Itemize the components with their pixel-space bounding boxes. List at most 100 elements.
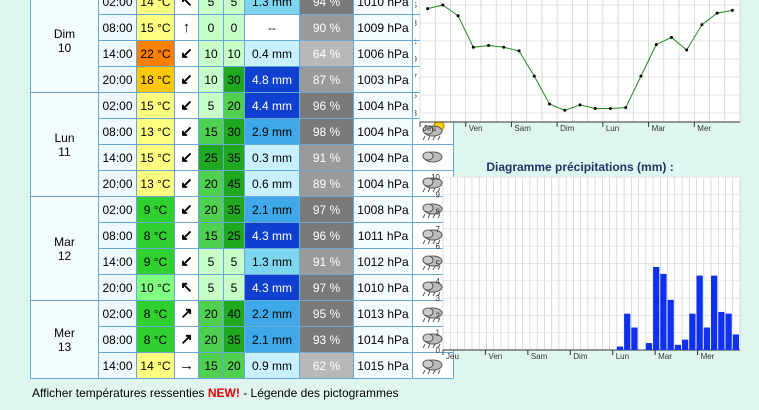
rain-icon [419,359,447,378]
x-tick-label: Mer [697,124,711,133]
wind-gust-cell: 45 [223,170,245,197]
day-number: 12 [57,248,72,263]
wind-arrow-icon: ↖ [180,279,193,296]
weather-table: Dim 10 02:00 14 °C ↖ 5 5 1.3 mm 94 % 1010 hPa 08:0… [30,0,454,379]
x-tick-label: Dim [560,124,575,133]
time-cell: 08:00 [98,118,137,145]
wind-arrow-icon: ↙ [180,97,193,114]
wind-dir-cell: ↗ [174,326,199,353]
precip-bar [711,275,718,350]
feels-like-link[interactable]: Afficher températures ressenties [32,386,205,400]
data-point [563,108,567,112]
time-cell: 08:00 [98,326,137,353]
y-tick-label: 1011 [415,37,418,46]
x-tick-label: Lun [606,124,619,133]
y-tick-label: 1015 [415,1,418,10]
data-point [441,3,445,7]
temp-cell: 8 °C [136,326,175,353]
y-tick-label: 9 [436,190,441,199]
x-tick-label: Sam [531,352,548,361]
data-point [426,7,430,11]
pressure-cell: 1004 hPa [353,144,413,171]
y-tick-label: 6 [436,242,441,251]
wind-arrow-icon: → [179,357,194,374]
wind-arrow-icon: ↙ [180,45,193,62]
wind-gust-cell: 25 [223,222,245,249]
humidity-cell: 95 % [299,300,354,327]
time-cell: 20:00 [98,66,137,93]
wind-arrow-icon: ↙ [180,175,193,192]
humidity-cell: 64 % [299,40,354,67]
wind-dir-cell: ↙ [174,248,199,275]
pressure-cell: 1011 hPa [353,222,413,249]
humidity-cell: 93 % [299,326,354,353]
x-tick-label: Jeu [423,124,436,133]
data-point [685,48,689,52]
pressure-cell: 1008 hPa [353,196,413,223]
wind-arrow-icon: ↑ [182,19,191,36]
day-cell: Mar 12 [30,196,99,301]
time-cell: 20:00 [98,170,137,197]
humidity-cell: 98 % [299,118,354,145]
temp-cell: 8 °C [136,300,175,327]
wind-speed-cell: 5 [198,274,224,301]
wind-arrow-icon: ↙ [180,227,193,244]
wind-arrow-icon: ↙ [180,253,193,270]
time-cell: 14:00 [98,40,137,67]
day-cell: Mer 13 [30,300,99,379]
time-cell: 02:00 [98,0,137,15]
wind-speed-cell: 20 [198,300,224,327]
wind-gust-cell: 35 [223,196,245,223]
precip-bar [624,313,631,350]
humidity-cell: 62 % [299,352,354,379]
time-cell: 08:00 [98,222,137,249]
rain-cell: 0.3 mm [244,144,300,171]
x-tick-label: Sam [514,124,531,133]
rain-cell: 0.4 mm [244,40,300,67]
precip-bar [696,275,703,350]
humidity-cell: 89 % [299,170,354,197]
y-tick-label: 7 [436,225,441,234]
wind-speed-cell: 5 [198,0,224,15]
humidity-cell: 91 % [299,144,354,171]
humidity-cell: 97 % [299,274,354,301]
footer: Afficher températures ressenties NEW! - … [32,386,399,400]
data-point [700,23,704,27]
rain-cell: 4.4 mm [244,92,300,119]
data-point [548,102,552,106]
data-point [624,106,628,110]
wind-dir-cell: ↖ [174,274,199,301]
humidity-cell: 97 % [299,196,354,223]
y-tick-label: 3 [436,294,441,303]
rain-cell: 4.8 mm [244,66,300,93]
day-number: 10 [57,40,72,55]
wind-speed-cell: 0 [198,14,224,41]
y-tick-label: 1 [436,329,441,338]
wind-gust-cell: 35 [223,326,245,353]
data-point [669,35,673,39]
time-cell: 20:00 [98,274,137,301]
wind-dir-cell: ↙ [174,144,199,171]
wind-dir-cell: ↙ [174,40,199,67]
rain-cell: 2.1 mm [244,196,300,223]
wind-arrow-icon: ↙ [180,149,193,166]
day-number: 11 [58,144,71,159]
pressure-cell: 1014 hPa [353,326,413,353]
pressure-cell: 1003 hPa [353,66,413,93]
precip-bar [725,313,732,350]
wind-gust-cell: 5 [223,0,245,15]
precip-bar [616,346,624,350]
time-cell: 08:00 [98,14,137,41]
data-point [517,49,521,53]
x-tick-label: Mar [652,124,666,133]
precip-bar [653,266,660,350]
y-tick-label: 5 [436,260,441,269]
wind-gust-cell: 35 [223,144,245,171]
legend-link[interactable]: Légende des pictogrammes [251,386,399,400]
data-point [730,8,734,12]
y-tick-label: 1009 [415,55,418,64]
rain-cell: 1.3 mm [244,248,300,275]
pressure-cell: 1010 hPa [353,0,413,15]
y-tick-label: 1003 [415,109,418,118]
pressure-cell: 1004 hPa [353,118,413,145]
